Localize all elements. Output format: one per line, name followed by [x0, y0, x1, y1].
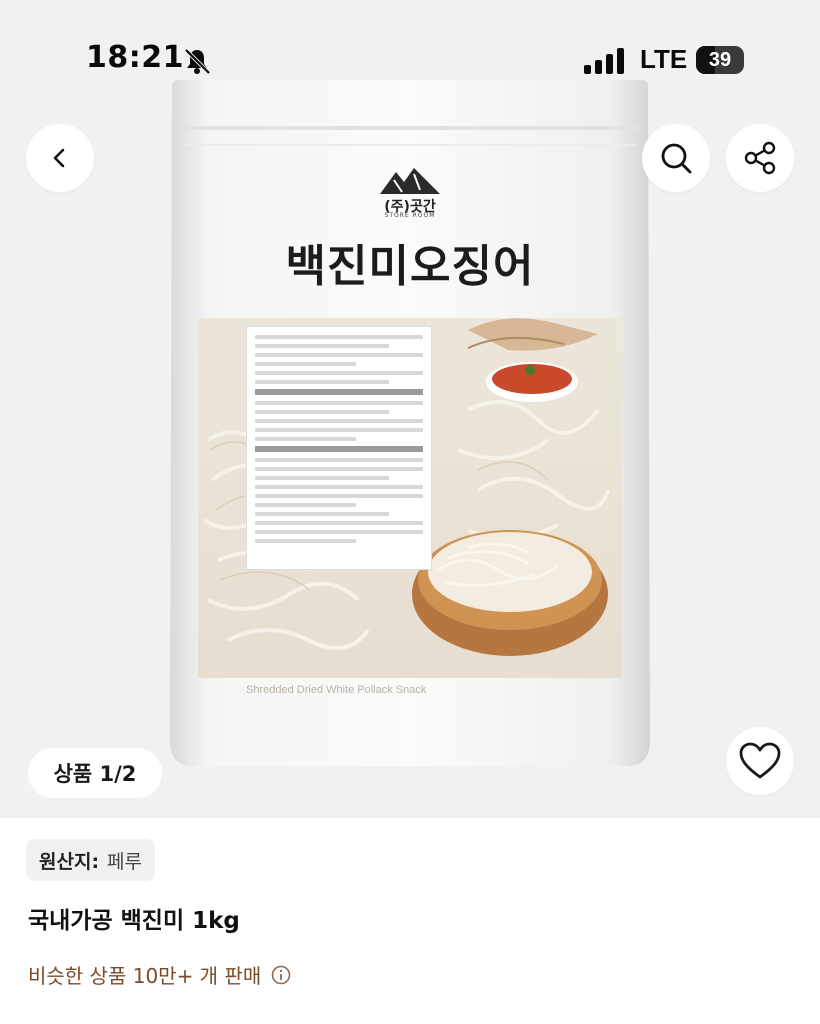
- sales-info[interactable]: 비슷한 상품 10만+ 개 판매: [28, 960, 291, 989]
- signal-icon: [584, 48, 624, 74]
- product-image[interactable]: (주)곳간 STORE ROOM 백진미오징어 Shredded Dried W…: [168, 80, 652, 766]
- package-title: 백진미오징어: [285, 241, 535, 292]
- back-button[interactable]: [26, 124, 94, 192]
- gallery-page-indicator: 상품 1/2: [28, 748, 162, 798]
- origin-chip: 원산지: 페루: [26, 839, 156, 881]
- status-time: 18:21: [86, 40, 184, 75]
- status-bar: 18:21 LTE 39: [0, 0, 820, 124]
- search-button[interactable]: [642, 124, 710, 192]
- info-icon[interactable]: [271, 965, 291, 985]
- heart-icon: [739, 742, 781, 779]
- nutrition-label: [246, 326, 432, 570]
- wishlist-button[interactable]: [726, 727, 794, 795]
- package-english-name: Shredded Dried White Pollack Snack: [246, 684, 427, 696]
- brand-subtitle: STORE ROOM: [384, 212, 436, 219]
- sales-text: 비슷한 상품 10만+ 개 판매: [28, 964, 262, 988]
- chevron-left-icon: [53, 148, 65, 168]
- bell-muted-icon: [184, 48, 211, 75]
- battery-level: 39: [708, 49, 732, 71]
- battery-icon: 39: [696, 46, 744, 74]
- network-type: LTE: [640, 44, 688, 74]
- origin-value: 페루: [107, 850, 143, 873]
- origin-label: 원산지:: [39, 850, 100, 873]
- product-hero: 18:21 LTE 39 (주)곳간 STORE ROOM 백진미오징어 Shr…: [0, 0, 820, 818]
- share-icon: [744, 141, 776, 175]
- search-icon: [661, 143, 692, 174]
- share-button[interactable]: [726, 124, 794, 192]
- product-title: 국내가공 백진미 1kg: [28, 908, 240, 934]
